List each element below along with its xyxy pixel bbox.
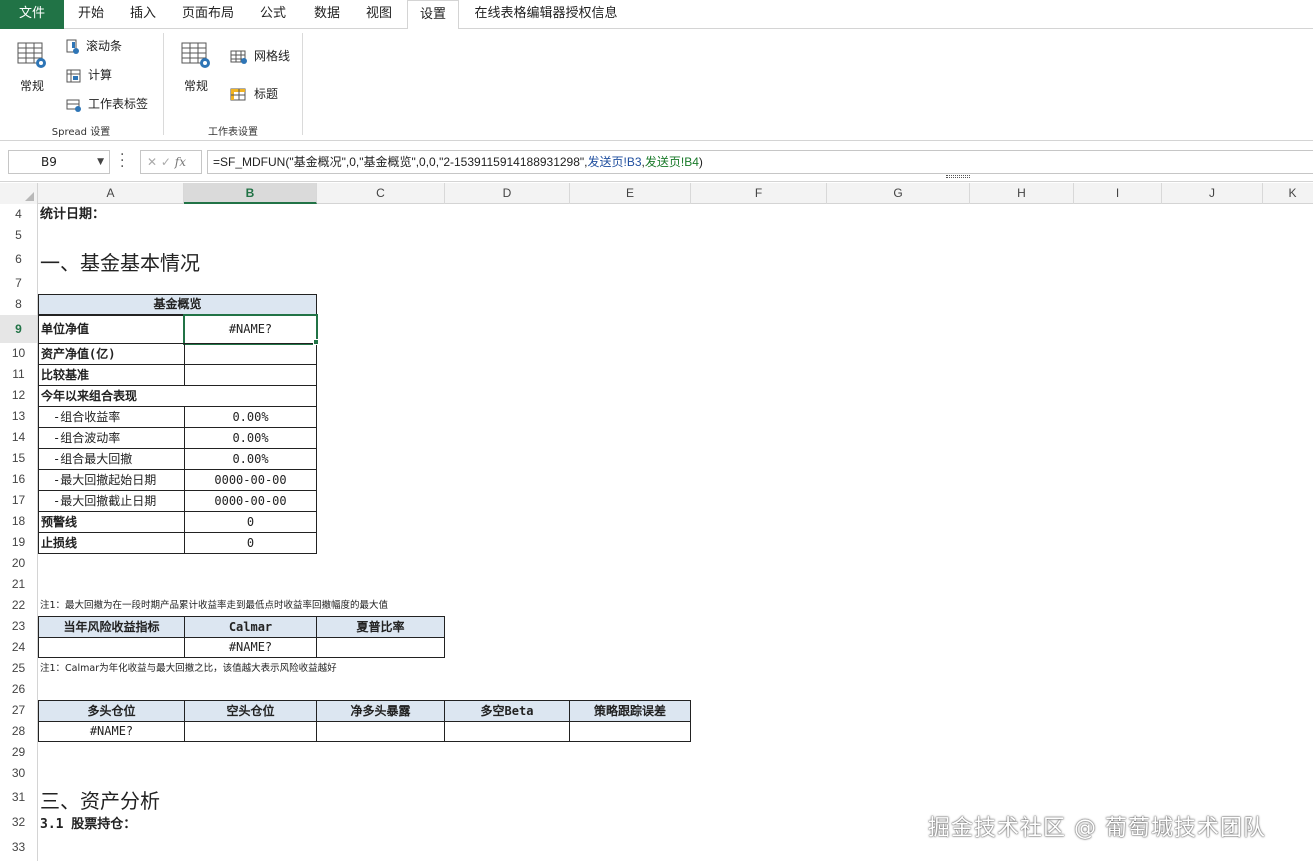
group-divider	[302, 33, 303, 135]
formula-text: =SF_MDFUN("基金概况",0,"基金概览",0,0,"2-1539115…	[213, 155, 588, 169]
position-value-cell[interactable]	[444, 721, 570, 742]
tab-page-layout[interactable]: 页面布局	[172, 0, 244, 29]
overview-label-cell[interactable]: 比较基准	[38, 364, 185, 386]
overview-label-cell[interactable]: 止损线	[38, 532, 185, 554]
tab-insert[interactable]: 插入	[118, 0, 168, 29]
scrollbar-label: 滚动条	[86, 39, 123, 53]
more-vertical-icon[interactable]: · · ·	[120, 148, 126, 174]
spread-general-button[interactable]: 常规	[10, 39, 54, 94]
tab-license-info[interactable]: 在线表格编辑器授权信息	[466, 0, 626, 29]
position-header-cell[interactable]: 净多头暴露	[316, 700, 445, 722]
sheet-tab-button[interactable]: 工作表标签	[66, 94, 148, 114]
overview-label-cell[interactable]: -最大回撤截止日期	[38, 490, 185, 512]
headings-label: 标题	[254, 87, 279, 101]
name-box[interactable]: B9 ▼	[8, 150, 110, 174]
calculation-label: 计算	[88, 68, 113, 82]
risk-value-cell[interactable]: #NAME?	[184, 637, 317, 658]
tab-formulas[interactable]: 公式	[248, 0, 298, 29]
stat-date-label[interactable]: 统计日期：	[40, 203, 105, 222]
gridlines-label: 网格线	[254, 49, 291, 63]
ribbon-panel: 常规 滚动条 计算 工作表标签 Spread 设置 常规 网格线 标题 工作表设…	[0, 29, 1313, 141]
section-3-1-title[interactable]: 3.1 股票持仓：	[40, 813, 136, 832]
overview-label-cell[interactable]: 预警线	[38, 511, 185, 533]
overview-value-cell[interactable]: 0	[184, 511, 317, 533]
resize-grip[interactable]	[946, 175, 970, 178]
overview-header[interactable]: 基金概览	[38, 294, 317, 315]
overview-label-cell[interactable]: -组合波动率	[38, 427, 185, 449]
fill-handle[interactable]	[313, 339, 319, 345]
overview-label-cell[interactable]: 资产净值(亿)	[38, 343, 185, 365]
headings-button[interactable]: 标题	[230, 84, 278, 104]
gridlines-button[interactable]: 网格线	[230, 46, 290, 66]
overview-value-cell[interactable]: 0	[184, 532, 317, 554]
sheet-settings-icon	[181, 42, 210, 68]
gridlines-icon	[230, 50, 247, 64]
risk-header-cell[interactable]: Calmar	[184, 616, 317, 638]
overview-value-cell[interactable]: 0000-00-00	[184, 469, 317, 491]
scrollbar-icon	[66, 39, 79, 54]
formula-buttons: ✕ ✓ fx	[140, 150, 202, 174]
position-value-cell[interactable]	[184, 721, 317, 742]
section-3-title[interactable]: 三、资产分析	[40, 785, 160, 814]
confirm-icon[interactable]: ✓	[161, 155, 171, 169]
tab-file[interactable]: 文件	[0, 0, 64, 29]
cancel-icon[interactable]: ✕	[147, 155, 157, 169]
position-header-cell[interactable]: 空头仓位	[184, 700, 317, 722]
position-value-cell[interactable]	[569, 721, 691, 742]
position-value-cell[interactable]	[316, 721, 445, 742]
position-value-cell[interactable]: #NAME?	[38, 721, 185, 742]
formula-bar: B9 ▼ · · · ✕ ✓ fx =SF_MDFUN("基金概况",0,"基金概览…	[0, 141, 1313, 182]
risk-header-cell[interactable]: 当年风险收益指标	[38, 616, 185, 638]
sheet-tab-icon	[66, 99, 81, 112]
overview-value-cell[interactable]: 0.00%	[184, 427, 317, 449]
overview-label-cell[interactable]: 单位净值	[38, 315, 185, 344]
sheet-general-label: 常规	[183, 79, 208, 93]
spread-settings-group-title: Spread 设置	[51, 127, 111, 138]
formula-input[interactable]: =SF_MDFUN("基金概况",0,"基金概览",0,0,"2-1539115…	[207, 150, 1313, 174]
chevron-down-icon[interactable]: ▼	[97, 151, 104, 173]
spreadsheet-grid[interactable]: A B C D E F G H I J K 4 5 6 7 8 9 10 11 12 13 14 15…	[0, 183, 1313, 861]
overview-value-cell[interactable]	[184, 364, 317, 386]
sheet-tab-label: 工作表标签	[88, 97, 149, 111]
tab-settings[interactable]: 设置	[407, 0, 459, 30]
calculation-icon	[66, 69, 81, 82]
formula-close: )	[698, 155, 703, 169]
position-header-cell[interactable]: 多头仓位	[38, 700, 185, 722]
spread-settings-icon	[17, 42, 46, 68]
spread-general-label: 常规	[19, 79, 44, 93]
risk-value-cell[interactable]	[38, 637, 185, 658]
insert-function-icon[interactable]: fx	[175, 155, 186, 169]
calculation-button[interactable]: 计算	[66, 65, 112, 85]
overview-label-cell[interactable]: 今年以来组合表现	[38, 385, 317, 407]
headings-icon	[230, 88, 246, 100]
sheet-cells: 统计日期： 一、基金基本情况 基金概览 单位净值 #NAME? 资产净值(亿) 比较基…	[0, 183, 1313, 861]
overview-value-cell[interactable]: 0.00%	[184, 406, 317, 428]
note-calmar[interactable]: 注1：Calmar为年化收益与最大回撤之比，该值越大表示风险收益越好	[40, 660, 337, 674]
overview-value-cell[interactable]	[184, 343, 317, 365]
tab-data[interactable]: 数据	[302, 0, 352, 29]
risk-header-cell[interactable]: 夏普比率	[316, 616, 445, 638]
position-header-cell[interactable]: 策略跟踪误差	[569, 700, 691, 722]
watermark: 掘金技术社区 @ 葡萄城技术团队	[928, 816, 1266, 841]
formula-ref-b4: 发送页!B4	[644, 155, 699, 169]
sheet-general-button[interactable]: 常规	[176, 39, 216, 94]
name-box-value: B9	[41, 155, 57, 169]
note-max-drawdown[interactable]: 注1：最大回撤为在一段时期产品累计收益率走到最低点时收益率回撤幅度的最大值	[40, 597, 388, 611]
formula-ref-b3: 发送页!B3	[587, 155, 642, 169]
overview-value-cell[interactable]: 0000-00-00	[184, 490, 317, 512]
section-1-title[interactable]: 一、基金基本情况	[40, 247, 200, 276]
overview-label-cell[interactable]: -最大回撤起始日期	[38, 469, 185, 491]
group-divider	[163, 33, 164, 135]
active-cell-b9[interactable]: #NAME?	[183, 314, 318, 345]
position-header-cell[interactable]: 多空Beta	[444, 700, 570, 722]
scrollbar-button[interactable]: 滚动条	[66, 36, 122, 56]
tab-home[interactable]: 开始	[66, 0, 116, 29]
tab-view[interactable]: 视图	[354, 0, 404, 29]
ribbon-tabs: 文件 开始 插入 页面布局 公式 数据 视图 设置 在线表格编辑器授权信息	[0, 0, 1313, 30]
overview-value-cell[interactable]: 0.00%	[184, 448, 317, 470]
risk-value-cell[interactable]	[316, 637, 445, 658]
overview-label-cell[interactable]: -组合最大回撤	[38, 448, 185, 470]
sheet-settings-group-title: 工作表设置	[208, 127, 258, 138]
overview-label-cell[interactable]: -组合收益率	[38, 406, 185, 428]
